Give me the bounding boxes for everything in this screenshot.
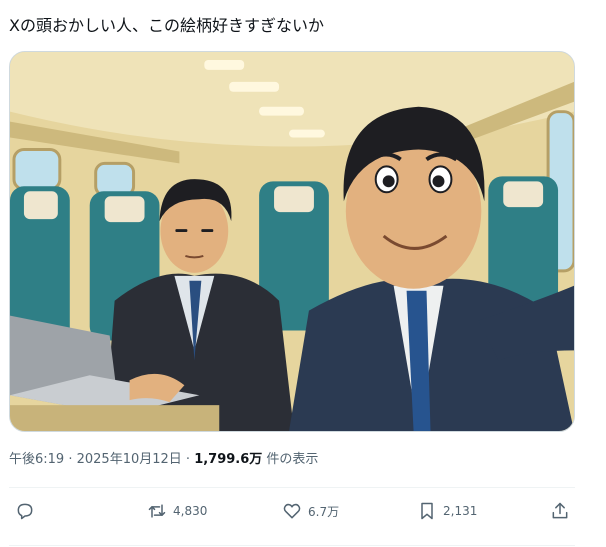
retweet-count: 4,830 (173, 504, 208, 518)
post-date[interactable]: 2025年10月12日 (77, 452, 182, 467)
views-label: 件の表示 (262, 452, 319, 467)
post-text: Xの頭おかしい人、この絵柄好きすぎないか (9, 16, 324, 35)
bookmark-icon (421, 502, 433, 520)
post-metadata: 午後6:19 · 2025年10月12日 · 1,799.6万 件の表示 (9, 451, 318, 469)
reply-button[interactable] (15, 496, 41, 526)
heart-icon (283, 503, 301, 519)
like-count: 6.7万 (308, 504, 340, 519)
retweet-button[interactable]: 4,830 (147, 496, 207, 526)
meta-separator: · (181, 452, 195, 467)
train-selfie-illustration (10, 52, 574, 431)
divider (9, 487, 575, 488)
post-time[interactable]: 午後6:19 (9, 452, 64, 467)
views-count: 1,799.6万 (194, 452, 263, 467)
share-button[interactable] (550, 496, 570, 526)
post-image[interactable] (9, 51, 575, 432)
like-button[interactable]: 6.7万 (282, 496, 339, 526)
bookmark-count: 2,131 (443, 504, 478, 518)
bookmark-button[interactable]: 2,131 (417, 496, 477, 526)
retweet-icon (148, 504, 166, 518)
action-bar: 4,830 6.7万 2,131 (9, 496, 575, 526)
divider (9, 545, 575, 546)
share-icon (552, 502, 568, 519)
reply-icon (17, 503, 33, 520)
meta-separator: · (64, 452, 77, 467)
